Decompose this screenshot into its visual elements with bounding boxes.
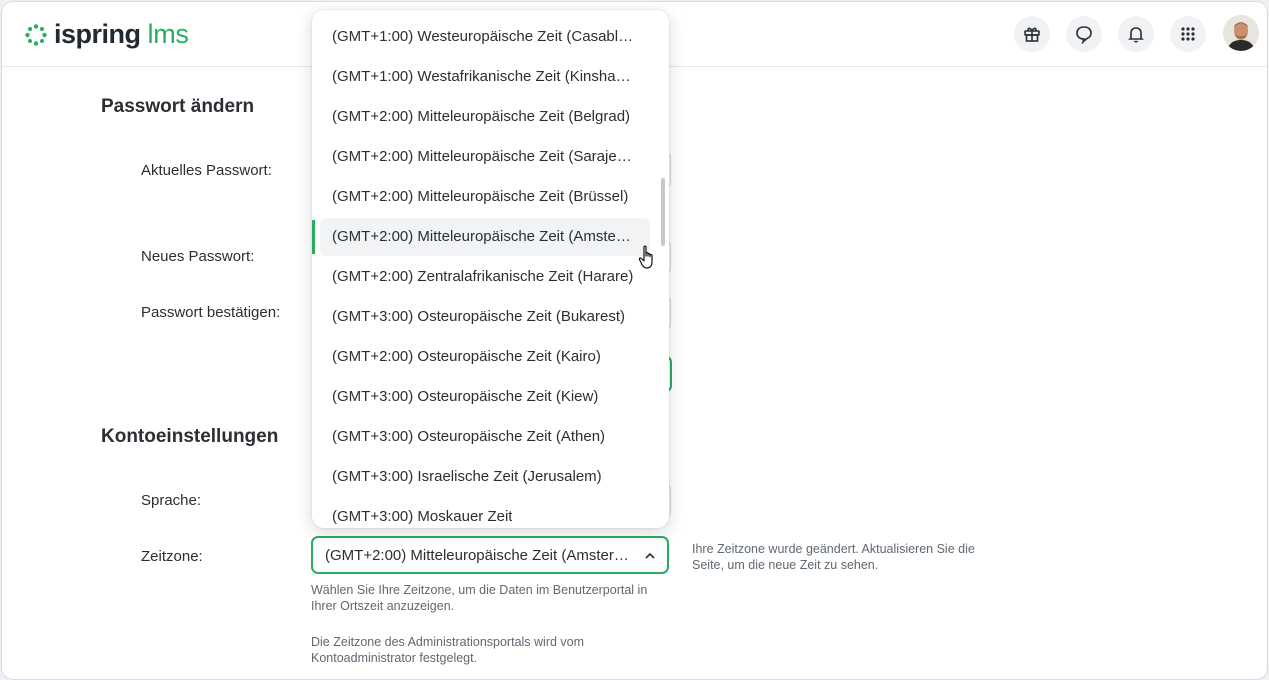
chat-button[interactable] [1066, 16, 1102, 52]
timezone-option[interactable]: (GMT+2:00) Zentralafrikanische Zeit (Har… [312, 257, 669, 297]
timezone-option[interactable]: (GMT+3:00) Osteuropäische Zeit (Bukarest… [312, 297, 669, 337]
timezone-option[interactable]: (GMT+2:00) Osteuropäische Zeit (Kairo) [312, 337, 669, 377]
admin-timezone-hint: Die Zeitzone des Administrationsportals … [311, 635, 585, 665]
timezone-option-label: (GMT+1:00) Westafrikanische Zeit (Kinsha… [332, 68, 634, 85]
timezone-option-label: (GMT+3:00) Moskauer Zeit [332, 508, 513, 525]
apps-grid-icon [1181, 27, 1195, 41]
app-window: ispring lms Passwort ändern Aktuelles Pa… [1, 1, 1268, 680]
dropdown-scrollbar[interactable] [661, 178, 665, 246]
logo-brand: ispring [54, 19, 141, 49]
timezone-option-label: (GMT+3:00) Osteuropäische Zeit (Athen) [332, 428, 606, 445]
confirm-password-label: Passwort bestätigen: [141, 304, 281, 321]
timezone-option[interactable]: (GMT+1:00) Westeuropäische Zeit (Casabla… [312, 17, 669, 57]
timezone-dropdown[interactable]: (GMT+1:00) Westeuropäische Zeit (Casabla… [312, 10, 669, 528]
timezone-option-label: (GMT+2:00) Mitteleuropäische Zeit (Brüss… [332, 188, 629, 205]
timezone-option-label: (GMT+1:00) Westeuropäische Zeit (Casabla… [332, 28, 634, 45]
timezone-select[interactable]: (GMT+2:00) Mitteleuropäische Zeit (Amste… [311, 536, 669, 574]
logo[interactable]: ispring lms [24, 19, 189, 50]
password-section-title: Passwort ändern [101, 96, 255, 117]
selected-indicator [312, 220, 315, 254]
new-password-label: Neues Passwort: [141, 248, 255, 265]
timezone-option[interactable]: (GMT+2:00) Mitteleuropäische Zeit (Saraj… [312, 137, 669, 177]
gift-icon [1024, 27, 1040, 42]
current-password-label: Aktuelles Passwort: [141, 162, 272, 179]
timezone-option[interactable]: (GMT+3:00) Osteuropäische Zeit (Kiew) [312, 377, 669, 417]
timezone-option[interactable]: (GMT+2:00) Mitteleuropäische Zeit (Belgr… [312, 97, 669, 137]
timezone-label: Zeitzone: [141, 548, 203, 565]
timezone-option[interactable]: (GMT+2:00) Mitteleuropäische Zeit (Amste… [312, 217, 669, 257]
timezone-changed-notice: Ihre Zeitzone wurde geändert. Aktualisie… [692, 542, 975, 572]
timezone-option-label: (GMT+2:00) Mitteleuropäische Zeit (Belgr… [332, 108, 631, 125]
timezone-option-label: (GMT+2:00) Zentralafrikanische Zeit (Har… [332, 268, 634, 285]
timezone-option[interactable]: (GMT+1:00) Westafrikanische Zeit (Kinsha… [312, 57, 669, 97]
gift-button[interactable] [1014, 16, 1050, 52]
account-section-title: Kontoeinstellungen [101, 426, 279, 447]
timezone-option-label: (GMT+3:00) Osteuropäische Zeit (Bukarest… [332, 308, 626, 325]
timezone-hint: Wählen Sie Ihre Zeitzone, um die Daten i… [311, 583, 648, 613]
timezone-option-label: (GMT+2:00) Osteuropäische Zeit (Kairo) [332, 348, 601, 365]
timezone-option-label: (GMT+2:00) Mitteleuropäische Zeit (Saraj… [332, 148, 634, 165]
apps-button[interactable] [1170, 16, 1206, 52]
chevron-up-icon [645, 552, 655, 559]
logo-product: lms [147, 19, 189, 49]
timezone-option-label: (GMT+2:00) Mitteleuropäische Zeit (Amste… [332, 228, 634, 245]
language-label: Sprache: [141, 492, 202, 509]
timezone-option[interactable]: (GMT+3:00) Osteuropäische Zeit (Athen) [312, 417, 669, 457]
timezone-option-label: (GMT+3:00) Israelische Zeit (Jerusalem) [332, 468, 602, 485]
user-avatar-icon [1223, 15, 1259, 51]
timezone-option[interactable]: (GMT+3:00) Moskauer Zeit [312, 497, 669, 528]
notifications-button[interactable] [1118, 16, 1154, 52]
chat-icon [1076, 26, 1092, 44]
avatar[interactable] [1223, 15, 1259, 51]
logo-mark-icon [25, 23, 47, 46]
timezone-option-label: (GMT+3:00) Osteuropäische Zeit (Kiew) [332, 388, 599, 405]
hand-cursor-icon [638, 245, 653, 269]
timezone-select-value: (GMT+2:00) Mitteleuropäische Zeit (Amste… [325, 546, 637, 564]
bell-icon [1128, 27, 1144, 43]
timezone-option[interactable]: (GMT+3:00) Israelische Zeit (Jerusalem) [312, 457, 669, 497]
timezone-option[interactable]: (GMT+2:00) Mitteleuropäische Zeit (Brüss… [312, 177, 669, 217]
